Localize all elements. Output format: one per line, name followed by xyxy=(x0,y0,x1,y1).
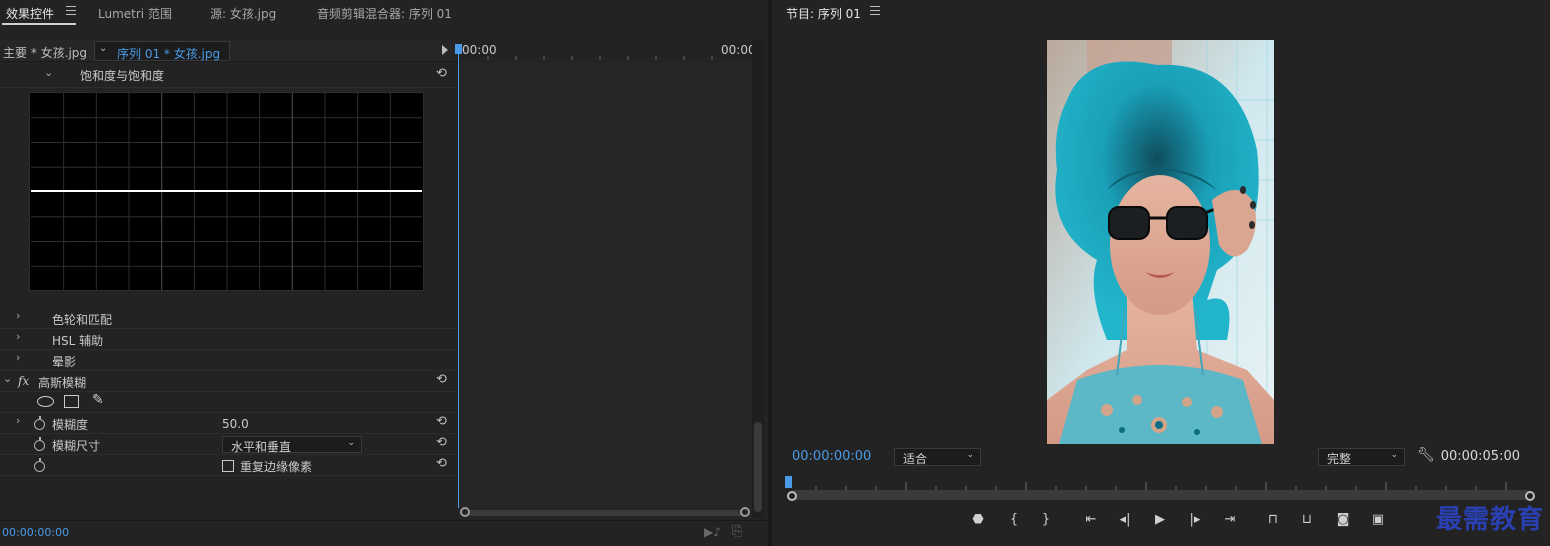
go-to-in-icon[interactable]: ⇤ xyxy=(1082,511,1100,529)
chevron-right-icon[interactable]: › xyxy=(16,414,20,427)
section-vignette[interactable]: › 晕影 xyxy=(0,350,458,371)
chevron-down-icon[interactable]: ⌄ xyxy=(44,66,53,79)
master-clip-label[interactable]: 主要 * 女孩.jpg xyxy=(3,44,87,61)
blur-dimensions-value: 水平和垂直 xyxy=(231,440,292,454)
reset-icon[interactable]: ⟲ xyxy=(436,67,450,81)
mark-in-icon[interactable]: { xyxy=(1005,511,1023,529)
horizontal-scrollbar[interactable] xyxy=(462,510,748,516)
effect-gaussian-blur[interactable]: ⌄ fx 高斯模糊 ⟲ xyxy=(0,371,458,392)
sequence-clip-dropdown[interactable]: ⌄ 序列 01 * 女孩.jpg xyxy=(94,41,230,61)
section-hsl-secondary[interactable]: › HSL 辅助 xyxy=(0,329,458,350)
chevron-right-icon[interactable]: › xyxy=(16,351,20,364)
blur-dimensions-label: 模糊尺寸 xyxy=(52,439,101,453)
zoom-level-select[interactable]: 适合 ⌄ xyxy=(894,448,981,466)
effect-name: 高斯模糊 xyxy=(38,376,87,390)
chevron-down-icon: ⌄ xyxy=(1390,450,1398,460)
vertical-scroll-thumb[interactable] xyxy=(754,422,762,512)
current-timecode[interactable]: 00:00:00:00 xyxy=(2,526,69,539)
repeat-edge-label: 重复边缘像素 xyxy=(240,460,313,474)
mark-out-icon[interactable]: } xyxy=(1037,511,1055,529)
program-current-timecode[interactable]: 00:00:00:00 xyxy=(792,449,871,464)
lift-icon[interactable]: ⊓ xyxy=(1264,511,1282,529)
color-wheels-label: 色轮和匹配 xyxy=(52,313,113,327)
program-duration-timecode: 00:00:05:00 xyxy=(1440,449,1520,464)
hsl-label: HSL 辅助 xyxy=(52,334,104,348)
chevron-down-icon[interactable]: ⌄ xyxy=(3,372,12,385)
watermark-text: 最需教育 xyxy=(1435,505,1544,535)
param-blurriness: › 模糊度 50.0 ⟲ xyxy=(0,413,458,434)
wrench-settings-icon[interactable]: 🔧︎ xyxy=(1417,447,1435,463)
active-tab-underline xyxy=(2,23,76,25)
panel-menu-icon[interactable] xyxy=(870,6,880,15)
chevron-down-icon: ⌄ xyxy=(966,450,974,460)
reset-icon[interactable]: ⟲ xyxy=(436,457,450,471)
program-monitor-panel: 节目: 序列 01 00:00:00:00 适合 ⌄ 完整 ⌄ 🔧︎ 00:00… xyxy=(772,0,1550,546)
program-playhead[interactable] xyxy=(785,476,792,488)
video-display[interactable] xyxy=(772,28,1550,444)
effect-controls-panel: 效果控件 Lumetri 范围 源: 女孩.jpg 音频剪辑混合器: 序列 01… xyxy=(0,0,768,546)
tab-source[interactable]: 源: 女孩.jpg xyxy=(210,5,276,22)
tab-program-monitor[interactable]: 节目: 序列 01 xyxy=(786,5,861,22)
mask-tools-row: ✎ xyxy=(0,392,458,413)
vignette-label: 晕影 xyxy=(52,355,77,369)
playback-resolution-select[interactable]: 完整 ⌄ xyxy=(1318,448,1405,466)
blurriness-label: 模糊度 xyxy=(52,418,89,432)
stopwatch-icon[interactable] xyxy=(34,458,45,472)
zoom-level-value: 适合 xyxy=(903,452,928,466)
extract-icon[interactable]: ⊔ xyxy=(1298,511,1316,529)
scroll-end-knob[interactable] xyxy=(740,507,750,517)
chevron-down-icon: ⌄ xyxy=(347,438,355,448)
section-color-wheels[interactable]: › 色轮和匹配 xyxy=(0,308,458,329)
blur-dimensions-select[interactable]: 水平和垂直 ⌄ xyxy=(222,436,362,454)
play-only-clip-icon[interactable] xyxy=(442,45,448,55)
reset-icon[interactable]: ⟲ xyxy=(436,373,450,387)
param-repeat-edge-pixels: 重复边缘像素 ⟲ xyxy=(0,455,458,476)
playhead-line[interactable] xyxy=(458,44,459,508)
playback-resolution-value: 完整 xyxy=(1327,452,1352,466)
pen-mask-icon[interactable]: ✎ xyxy=(92,392,104,408)
clip-header: 主要 * 女孩.jpg ⌄ 序列 01 * 女孩.jpg xyxy=(0,40,458,62)
filter-toggle-icon[interactable]: ⎘ xyxy=(732,524,742,539)
effect-timeline-ruler[interactable] xyxy=(458,40,752,62)
program-zoom-scrollbar[interactable] xyxy=(790,490,1532,500)
param-blur-dimensions: 模糊尺寸 水平和垂直 ⌄ ⟲ xyxy=(0,434,458,455)
tab-audio-clip-mixer[interactable]: 音频剪辑混合器: 序列 01 xyxy=(317,5,452,22)
step-back-icon[interactable]: ◂| xyxy=(1116,511,1134,529)
left-tab-bar: 效果控件 Lumetri 范围 源: 女孩.jpg 音频剪辑混合器: 序列 01 xyxy=(0,0,768,28)
rectangle-mask-icon[interactable] xyxy=(64,395,79,408)
blurriness-value[interactable]: 50.0 xyxy=(222,417,249,431)
panel-menu-icon[interactable] xyxy=(66,6,76,15)
add-marker-icon[interactable]: ⬣ xyxy=(969,511,987,529)
ruler-start-time: 00:00 xyxy=(462,43,497,57)
saturation-label: 饱和度与饱和度 xyxy=(80,69,165,83)
tab-effect-controls[interactable]: 效果控件 xyxy=(6,5,54,22)
go-to-out-icon[interactable]: ⇥ xyxy=(1221,511,1239,529)
play-icon[interactable]: ▶ xyxy=(1151,511,1169,529)
stopwatch-icon[interactable] xyxy=(34,437,45,451)
ellipse-mask-icon[interactable] xyxy=(37,396,54,407)
section-saturation[interactable]: ⌄ 饱和度与饱和度 ⟲ xyxy=(0,64,458,88)
scroll-start-knob[interactable] xyxy=(460,507,470,517)
ruler-end-time: 00:00 xyxy=(721,43,756,57)
sequence-clip-label: 序列 01 * 女孩.jpg xyxy=(117,47,221,61)
saturation-curve-graph[interactable] xyxy=(29,92,424,291)
repeat-edge-checkbox[interactable] xyxy=(222,460,234,472)
right-tab-bar: 节目: 序列 01 xyxy=(772,0,1550,28)
tab-lumetri-scopes[interactable]: Lumetri 范围 xyxy=(98,5,172,22)
reset-icon[interactable]: ⟲ xyxy=(436,436,450,450)
video-frame-girl-image xyxy=(1047,40,1274,444)
comparison-view-icon[interactable]: ▣ xyxy=(1369,511,1387,529)
chevron-down-icon: ⌄ xyxy=(99,43,108,54)
fx-icon[interactable]: fx xyxy=(18,374,29,388)
scroll-start-knob[interactable] xyxy=(787,491,797,501)
export-frame-icon[interactable]: ◙ xyxy=(1334,511,1352,529)
effect-timeline-area[interactable] xyxy=(458,40,752,518)
effect-controls-footer: 00:00:00:00 ▶♪ ⎘ xyxy=(0,520,768,546)
chevron-right-icon[interactable]: › xyxy=(16,309,20,322)
export-audio-icon[interactable]: ▶♪ xyxy=(704,525,721,539)
stopwatch-icon[interactable] xyxy=(34,416,45,430)
step-forward-icon[interactable]: |▸ xyxy=(1186,511,1204,529)
reset-icon[interactable]: ⟲ xyxy=(436,415,450,429)
chevron-right-icon[interactable]: › xyxy=(16,330,20,343)
